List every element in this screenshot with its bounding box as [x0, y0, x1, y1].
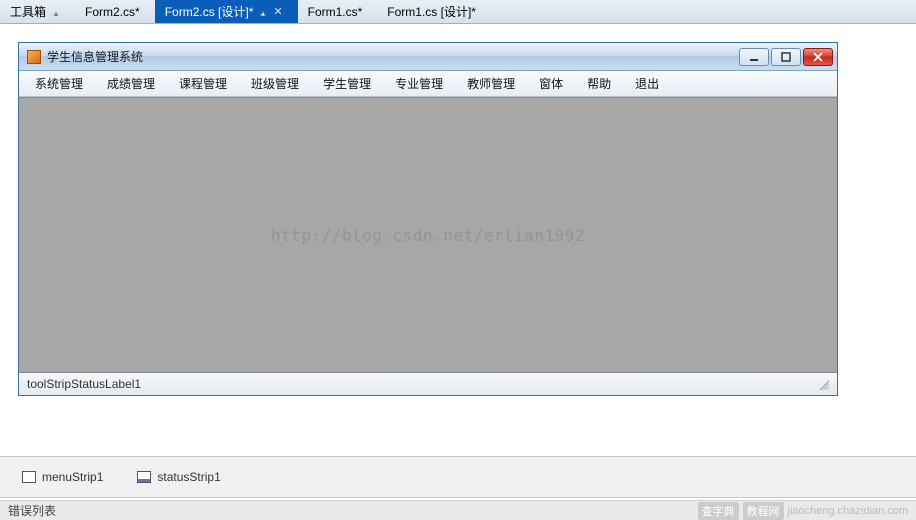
bottom-bar: 错误列表 查字典 教程网 jiaocheng.chazidian.com — [0, 500, 916, 520]
status-strip: toolStripStatusLabel1 — [19, 373, 837, 395]
document-tab-bar: 工具箱 Form2.cs* Form2.cs [设计]* ✕ Form1.cs*… — [0, 0, 916, 24]
site-name-1: 查字典 — [698, 502, 739, 520]
form-window[interactable]: 学生信息管理系统 系统管理 成绩管理 课程管理 班级管理 学生管理 专业管理 教… — [18, 42, 838, 396]
app-icon — [27, 50, 41, 64]
resize-grip-icon[interactable] — [817, 378, 829, 390]
maximize-button[interactable] — [771, 48, 801, 66]
menu-window[interactable]: 窗体 — [527, 72, 575, 95]
menustrip-icon — [22, 471, 36, 483]
status-label: toolStripStatusLabel1 — [27, 377, 141, 391]
designer-surface: 学生信息管理系统 系统管理 成绩管理 课程管理 班级管理 学生管理 专业管理 教… — [0, 24, 916, 455]
menu-help[interactable]: 帮助 — [575, 72, 623, 95]
menu-major[interactable]: 专业管理 — [383, 72, 455, 95]
pin-icon — [259, 8, 267, 16]
tab-label: Form1.cs* — [308, 5, 363, 19]
tab-form2-design[interactable]: Form2.cs [设计]* ✕ — [155, 0, 298, 23]
tab-label: Form2.cs [设计]* — [165, 3, 254, 20]
window-title: 学生信息管理系统 — [47, 48, 739, 65]
error-list-label[interactable]: 错误列表 — [8, 502, 56, 519]
menu-class[interactable]: 班级管理 — [239, 72, 311, 95]
site-url: jiaocheng.chazidian.com — [788, 505, 908, 517]
statusstrip-icon — [137, 471, 151, 483]
menu-score[interactable]: 成绩管理 — [95, 72, 167, 95]
watermark-text: http://blog.csdn.net/erlian1992 — [271, 226, 585, 245]
menu-teacher[interactable]: 教师管理 — [455, 72, 527, 95]
tab-form1-design[interactable]: Form1.cs [设计]* — [377, 0, 491, 23]
mdi-client-area[interactable]: http://blog.csdn.net/erlian1992 — [19, 97, 837, 373]
menu-exit[interactable]: 退出 — [623, 72, 671, 95]
menu-course[interactable]: 课程管理 — [167, 72, 239, 95]
window-titlebar[interactable]: 学生信息管理系统 — [19, 43, 837, 71]
pin-icon — [52, 8, 60, 16]
site-name-2: 教程网 — [743, 502, 784, 520]
tab-label: Form2.cs* — [85, 5, 140, 19]
tab-toolbox[interactable]: 工具箱 — [0, 0, 75, 23]
component-tray-wrap: menuStrip1 statusStrip1 — [0, 456, 916, 498]
tray-item-label: menuStrip1 — [42, 470, 103, 484]
tray-item-label: statusStrip1 — [157, 470, 220, 484]
window-buttons — [739, 48, 833, 66]
menu-strip: 系统管理 成绩管理 课程管理 班级管理 学生管理 专业管理 教师管理 窗体 帮助… — [19, 71, 837, 97]
tab-form2-cs[interactable]: Form2.cs* — [75, 0, 155, 23]
site-watermark: 查字典 教程网 jiaocheng.chazidian.com — [698, 502, 908, 520]
tab-label: 工具箱 — [10, 3, 46, 20]
menu-system[interactable]: 系统管理 — [23, 72, 95, 95]
tray-statusstrip[interactable]: statusStrip1 — [137, 470, 220, 484]
tray-menustrip[interactable]: menuStrip1 — [22, 470, 103, 484]
tab-label: Form1.cs [设计]* — [387, 3, 476, 20]
minimize-button[interactable] — [739, 48, 769, 66]
tab-form1-cs[interactable]: Form1.cs* — [298, 0, 378, 23]
menu-student[interactable]: 学生管理 — [311, 72, 383, 95]
component-tray: menuStrip1 statusStrip1 — [0, 457, 916, 497]
close-button[interactable] — [803, 48, 833, 66]
close-icon[interactable]: ✕ — [273, 5, 282, 18]
